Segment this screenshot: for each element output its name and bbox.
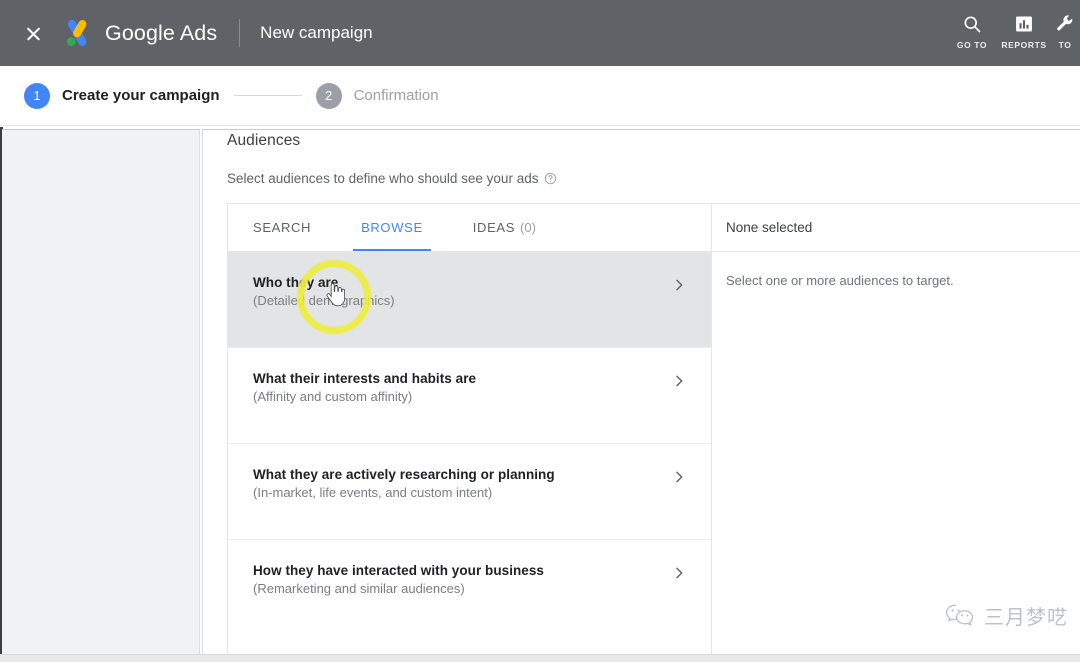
search-icon — [962, 13, 982, 35]
tab-ideas-count: (0) — [520, 220, 536, 235]
row-text-group: What their interests and habits are (Aff… — [253, 370, 669, 405]
help-circle-icon[interactable] — [544, 172, 557, 185]
row-subtitle: (In-market, life events, and custom inte… — [253, 484, 669, 501]
audiences-description-text: Select audiences to define who should se… — [227, 171, 538, 186]
audience-category-list: Who they are (Detailed demographics) Wha… — [228, 252, 711, 661]
chevron-right-icon[interactable] — [669, 275, 689, 295]
step-1-label: Create your campaign — [62, 87, 220, 104]
bar-chart-icon — [1014, 13, 1034, 35]
chevron-right-icon[interactable] — [669, 371, 689, 391]
reports-button[interactable]: REPORTS — [998, 13, 1050, 50]
reports-label: REPORTS — [1001, 40, 1046, 50]
goto-label: GO TO — [957, 40, 987, 50]
tab-ideas[interactable]: IDEAS (0) — [471, 204, 538, 251]
tools-button[interactable]: TO — [1050, 13, 1080, 50]
row-title: What their interests and habits are — [253, 370, 669, 387]
chevron-right-icon[interactable] — [669, 563, 689, 583]
left-side-pane — [2, 129, 200, 662]
tools-label: TO — [1059, 40, 1072, 50]
row-subtitle: (Detailed demographics) — [253, 292, 669, 309]
audience-row-actively-researching[interactable]: What they are actively researching or pl… — [228, 444, 711, 540]
goto-button[interactable]: GO TO — [946, 13, 998, 50]
brand-name: Google Ads — [105, 21, 217, 46]
close-button[interactable] — [10, 0, 56, 66]
tools-icon — [1055, 13, 1075, 35]
tab-search[interactable]: SEARCH — [251, 204, 313, 251]
topbar-actions: GO TO REPORTS — [946, 0, 1080, 66]
tab-search-label: SEARCH — [253, 220, 311, 235]
stepper-connector — [234, 95, 302, 96]
row-subtitle: (Affinity and custom affinity) — [253, 388, 669, 405]
audiences-section-title: Audiences — [227, 132, 300, 150]
audience-row-interacted-with-business[interactable]: How they have interacted with your busin… — [228, 540, 711, 636]
step-create-campaign[interactable]: 1 Create your campaign — [24, 83, 220, 109]
audiences-section-description: Select audiences to define who should se… — [227, 171, 557, 186]
audience-row-interests-and-habits[interactable]: What their interests and habits are (Aff… — [228, 348, 711, 444]
app-root: Google Ads New campaign GO TO — [0, 0, 1080, 662]
step-2-label: Confirmation — [354, 87, 439, 104]
close-icon — [25, 25, 42, 42]
row-text-group: What they are actively researching or pl… — [253, 466, 669, 501]
chevron-right-icon[interactable] — [669, 467, 689, 487]
page-title: New campaign — [260, 23, 372, 43]
tab-ideas-label: IDEAS — [473, 220, 515, 235]
selection-header: None selected — [712, 204, 1080, 252]
row-text-group: How they have interacted with your busin… — [253, 562, 669, 597]
tab-browse-label: BROWSE — [361, 220, 423, 235]
tab-browse[interactable]: BROWSE — [359, 204, 425, 251]
window-bottom-strip — [0, 654, 1080, 662]
audience-selection-panel: None selected Select one or more audienc… — [712, 204, 1080, 661]
google-ads-logo-icon — [60, 16, 94, 50]
row-subtitle: (Remarketing and similar audiences) — [253, 580, 669, 597]
row-title: Who they are — [253, 274, 669, 291]
row-title: How they have interacted with your busin… — [253, 562, 669, 579]
row-text-group: Who they are (Detailed demographics) — [253, 274, 669, 309]
campaign-stepper: 1 Create your campaign 2 Confirmation — [0, 66, 1080, 126]
step-1-number: 1 — [24, 83, 50, 109]
brand-block[interactable]: Google Ads — [60, 16, 217, 50]
audience-tabs: SEARCH BROWSE IDEAS (0) — [228, 204, 711, 252]
audience-selector-card: SEARCH BROWSE IDEAS (0) Who they are — [227, 203, 1080, 661]
top-app-bar: Google Ads New campaign GO TO — [0, 0, 1080, 66]
header-divider — [239, 19, 240, 47]
row-title: What they are actively researching or pl… — [253, 466, 669, 483]
step-confirmation[interactable]: 2 Confirmation — [316, 83, 439, 109]
audience-row-who-they-are[interactable]: Who they are (Detailed demographics) — [228, 252, 711, 348]
audience-browser: SEARCH BROWSE IDEAS (0) Who they are — [228, 204, 712, 661]
campaign-content-area: Audiences Select audiences to define who… — [202, 129, 1080, 662]
selection-empty-message: Select one or more audiences to target. — [712, 252, 1080, 288]
step-2-number: 2 — [316, 83, 342, 109]
